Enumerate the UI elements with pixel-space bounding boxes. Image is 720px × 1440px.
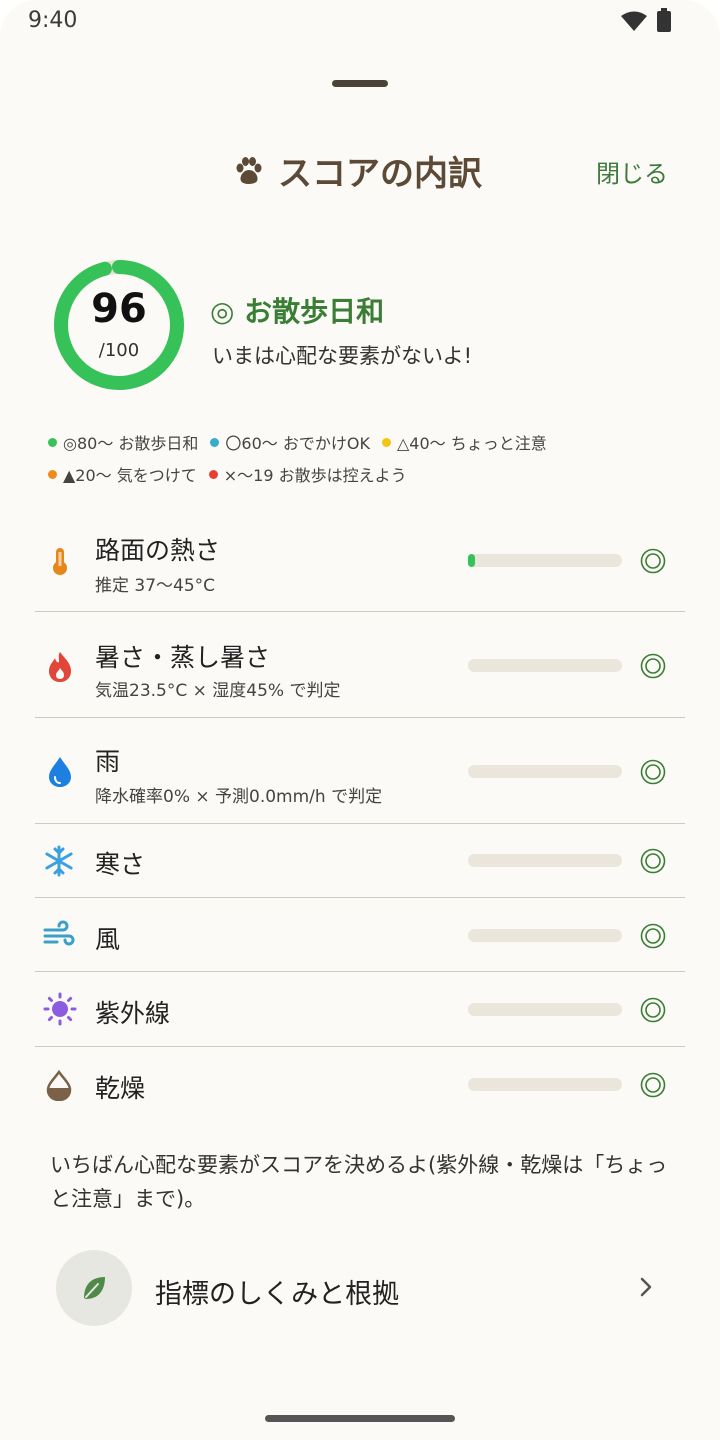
legend-dot [208,470,218,479]
index-mechanism-label: 指標のしくみと根拠 [155,1279,400,1310]
legend-line-1: ◎80〜 お散歩日和 〇60〜 おでかけOK △40〜 ちょっと注意 [48,430,559,454]
dry-drop-icon [43,1069,75,1105]
factor-name: 暑さ・蒸し暑さ [95,643,271,672]
flame-icon [43,650,77,688]
factor-detail: 気温23.5°C × 湿度45% で判定 [95,681,341,701]
close-button[interactable]: 閉じる [596,154,668,189]
factor-row-surface-heat[interactable]: 路面の熱さ 推定 37〜45°C [35,505,685,612]
index-mechanism-link[interactable]: 指標のしくみと根拠 [48,1250,678,1328]
status-bar: 9:40 [0,0,720,44]
score-rating: ◎ お散歩日和 [210,295,385,328]
factor-level-bar [468,765,622,778]
raindrop-icon [43,754,77,792]
legend-dot [48,438,57,447]
factor-name: 風 [95,925,121,954]
factor-detail: 降水確率0% × 予測0.0mm/h で判定 [95,787,383,807]
legend-item: ◎80〜 お散歩日和 [48,434,198,453]
rating-double-circle-icon [639,996,667,1028]
thermometer-icon [43,544,77,582]
legend-dot [48,470,57,479]
factor-level-bar [468,929,622,942]
legend-dot [381,438,391,447]
legend-item: ×〜19 お散歩は控えよう [208,466,407,485]
sun-icon [43,992,77,1030]
rating-double-circle-icon [639,652,667,684]
chevron-right-icon [638,1274,654,1304]
factor-level-bar [468,1003,622,1016]
legend-item: ▲20〜 気をつけて [48,466,197,485]
factor-name: 紫外線 [95,999,171,1028]
factor-name: 雨 [95,747,121,776]
score-value: 96 [91,286,147,332]
rating-double-circle-icon [639,847,667,879]
legend-dot [210,438,220,447]
factor-row-wind[interactable]: 風 [35,898,685,972]
factor-detail: 推定 37〜45°C [95,576,216,596]
factor-row-dryness[interactable]: 乾燥 [35,1047,685,1122]
score-breakdown-sheet: 9:40 スコアの内訳 閉じる 96 /100 ◎ お散歩日和 いまは心配な要素… [0,0,720,1440]
sheet-title: スコアの内訳 [278,154,482,194]
score-message: いまは心配な要素がないよ! [212,344,472,368]
factor-row-uv[interactable]: 紫外線 [35,972,685,1047]
rating-double-circle-icon [639,922,667,954]
wind-icon [43,920,75,954]
factor-level-bar [468,1078,622,1091]
paw-icon [234,156,264,190]
factor-row-cold[interactable]: 寒さ [35,824,685,898]
sheet-drag-handle[interactable] [332,80,388,87]
factor-name: 寒さ [95,850,146,879]
factor-level-bar [468,659,622,672]
rating-double-circle-icon [639,547,667,579]
legend-line-2: ▲20〜 気をつけて ×〜19 お散歩は控えよう [48,462,419,486]
snowflake-icon [43,845,75,881]
score-explanation-note: いちばん心配な要素がスコアを決めるよ(紫外線・乾燥は「ちょっと注意」まで)。 [50,1153,668,1211]
factor-row-heat-humidity[interactable]: 暑さ・蒸し暑さ 気温23.5°C × 湿度45% で判定 [35,612,685,718]
factor-level-bar [468,854,622,867]
sheet-header: スコアの内訳 閉じる [0,140,720,200]
factor-level-fill [468,554,475,567]
leaf-icon [78,1272,110,1308]
wifi-icon [620,10,648,36]
factor-row-rain[interactable]: 雨 降水確率0% × 予測0.0mm/h で判定 [35,718,685,824]
rating-double-circle-icon [639,758,667,790]
factor-name: 乾燥 [95,1074,146,1103]
status-time: 9:40 [28,8,78,33]
rating-double-circle-icon [639,1071,667,1103]
legend-item: 〇60〜 おでかけOK [210,434,370,453]
home-indicator[interactable] [265,1415,455,1422]
legend-item: △40〜 ちょっと注意 [381,434,547,453]
score-max: /100 [98,340,140,361]
factor-level-bar [468,554,622,567]
factor-name: 路面の熱さ [95,536,221,565]
battery-icon [656,8,672,36]
